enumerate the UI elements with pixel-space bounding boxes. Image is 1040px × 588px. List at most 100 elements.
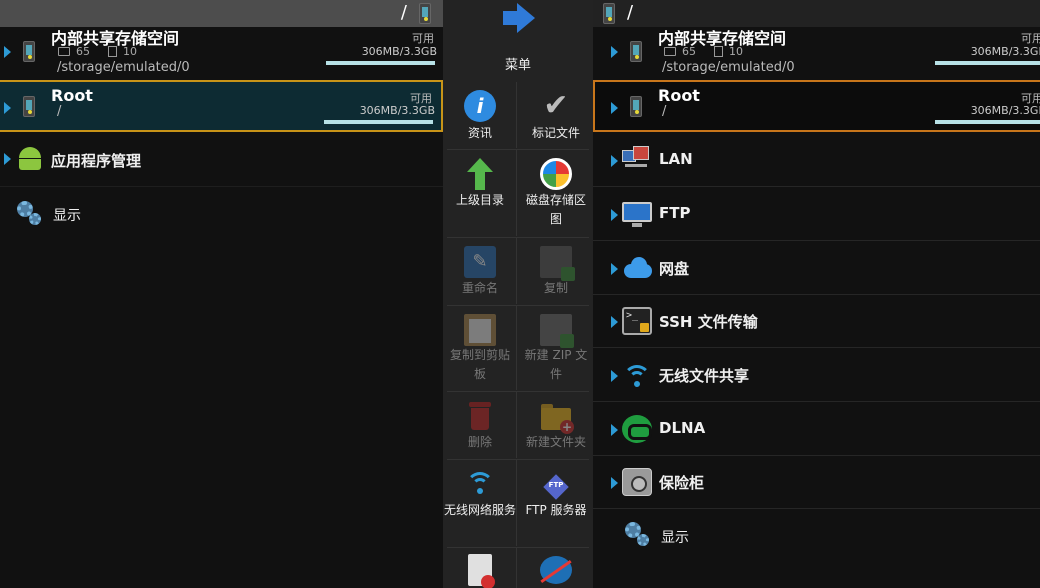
storage-path: /storage/emulated/0 [662,60,795,75]
right-row-dlna[interactable]: DLNA [593,403,1040,456]
root-path: / [57,104,62,119]
expand-arrow-icon[interactable] [4,46,11,58]
menu-item-new-zip[interactable]: 新建 ZIP 文件 [519,306,593,390]
menu-item-ftp-server[interactable]: FTP FTP 服务器 [519,460,593,546]
menu-item-label: 复制到剪贴板 [449,348,510,381]
left-pane: / 内部共享存储空间 65 10 /storage/emulated/0 可用 … [0,0,443,588]
expand-arrow-icon[interactable] [611,102,618,114]
wifi-icon [622,361,652,389]
zip-icon [540,314,574,348]
folder-icon [664,47,676,56]
menu-pane: 菜单 i 资讯 ✔ 标记文件 上级目录 磁盘存储区图 ✎ 重命名 复制 复制到剪… [443,0,593,588]
expand-arrow-icon[interactable] [4,153,11,165]
lan-icon [622,146,652,174]
android-icon [17,147,43,170]
rename-icon: ✎ [464,246,496,278]
menu-item-new-file[interactable] [443,548,517,588]
right-row-lan[interactable]: LAN [593,134,1040,187]
storage-size: 306MB/3.3GB [359,104,435,117]
safe-icon [622,468,652,496]
root-title: Root [51,86,93,105]
storage-icon [419,3,431,24]
expand-arrow-icon[interactable] [611,477,618,489]
right-row-ssh[interactable]: >_ SSH 文件传输 [593,295,1040,348]
new-folder-icon: + [540,400,574,434]
available-label: 可用 [412,32,434,45]
menu-item-label: 复制 [543,281,568,295]
storage-usage-bar [935,61,1040,65]
menu-item-wifi-service[interactable]: 无线网络服务 [443,460,517,546]
menu-item-label: 新建 ZIP 文件 [524,348,588,381]
folder-count: 65 [76,45,90,58]
menu-item-label: FTP 服务器 [525,503,587,517]
expand-arrow-icon[interactable] [611,370,618,382]
storage-icon [603,3,615,24]
menu-item-copy[interactable]: 复制 [519,238,593,304]
menu-item-label: 磁盘存储区图 [525,193,586,226]
expand-arrow-icon[interactable] [611,155,618,167]
menu-item-label: 删除 [467,435,492,449]
ftp-icon: FTP [540,468,572,500]
root-title: Root [658,86,700,105]
row-label: FTP [659,204,691,222]
row-label: 无线文件共享 [659,367,750,385]
expand-arrow-icon[interactable] [611,263,618,275]
up-arrow-icon [464,158,496,190]
gear-icon [625,522,651,548]
display-label: 显示 [661,530,689,546]
right-internal-storage-row[interactable]: 内部共享存储空间 65 10 /storage/emulated/0 可用 30… [593,27,1040,77]
menu-item-label: 资讯 [467,126,492,140]
eye-slash-icon [540,556,572,584]
menu-item-parent-dir[interactable]: 上级目录 [443,150,517,236]
left-internal-storage-row[interactable]: 内部共享存储空间 65 10 /storage/emulated/0 可用 30… [0,27,443,77]
menu-item-new-folder[interactable]: + 新建文件夹 [519,392,593,458]
new-file-icon [468,554,495,588]
menu-item-delete[interactable]: 删除 [443,392,517,458]
menu-item-label: 重命名 [461,281,498,295]
storage-counts: 65 10 [664,45,743,58]
right-root-storage-row[interactable]: Root / 可用 306MB/3.3GB [593,80,1040,132]
right-row-ftp[interactable]: FTP [593,188,1040,241]
right-row-cloud[interactable]: 网盘 [593,242,1040,295]
menu-item-hidden-files[interactable] [519,548,593,588]
file-icon [714,46,723,57]
blue-right-arrow-icon [503,3,535,33]
expand-arrow-icon[interactable] [611,46,618,58]
app-manager-label: 应用程序管理 [51,152,142,170]
trash-icon [464,400,496,432]
left-app-manager-row[interactable]: 应用程序管理 [0,134,443,187]
available-label: 可用 [1021,32,1040,45]
storage-size: 306MB/3.3GB [970,104,1040,117]
row-label: SSH 文件传输 [659,313,758,331]
right-current-path: / [627,2,634,23]
terminal-icon: >_ [622,307,652,335]
cloud-icon [622,254,652,282]
left-path-bar[interactable]: / [0,0,443,27]
expand-arrow-icon[interactable] [611,209,618,221]
menu-item-mark-files[interactable]: ✔ 标记文件 [519,82,593,148]
file-count: 10 [729,45,743,58]
gear-icon [17,201,43,227]
expand-arrow-icon[interactable] [4,102,11,114]
left-root-storage-row[interactable]: Root / 可用 306MB/3.3GB [0,80,443,132]
info-icon: i [464,90,496,122]
menu-item-info[interactable]: i 资讯 [443,82,517,148]
right-row-wifi-share[interactable]: 无线文件共享 [593,349,1040,402]
right-row-safe[interactable]: 保险柜 [593,456,1040,509]
expand-arrow-icon[interactable] [611,424,618,436]
row-label: 网盘 [659,260,690,278]
monitor-icon [622,200,652,228]
right-display-row[interactable]: 显示 [593,510,1040,563]
menu-header[interactable]: 菜单 [443,0,593,82]
menu-item-copy-clipboard[interactable]: 复制到剪贴板 [443,306,517,390]
checkmark-icon: ✔ [543,88,569,123]
left-display-row[interactable]: 显示 [0,188,443,241]
folder-icon [58,47,70,56]
storage-icon [23,96,35,117]
right-path-bar[interactable]: / [593,0,1040,27]
file-count: 10 [123,45,137,58]
menu-item-disk-map[interactable]: 磁盘存储区图 [519,150,593,236]
menu-item-rename[interactable]: ✎ 重命名 [443,238,517,304]
expand-arrow-icon[interactable] [611,316,618,328]
menu-item-label: 新建文件夹 [525,435,586,449]
